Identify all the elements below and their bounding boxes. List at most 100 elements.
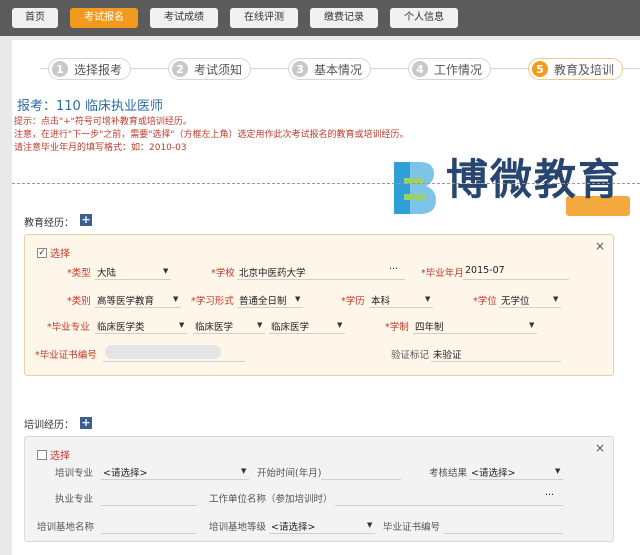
- tip-line: 提示：点击"+"符号可增补教育或培训经历。: [14, 117, 192, 127]
- field-underline: [101, 479, 249, 480]
- nav-online-test[interactable]: 在线评测: [230, 8, 298, 28]
- study-form-label: *学习形式: [191, 296, 234, 307]
- type-select[interactable]: 大陆: [97, 265, 116, 279]
- certificate-number-label: *毕业证书编号: [35, 350, 97, 361]
- step-1[interactable]: 1 选择报考: [48, 58, 132, 80]
- verify-value: 未验证: [433, 350, 462, 361]
- nav-home[interactable]: 首页: [12, 8, 58, 28]
- education-level-label: *学历: [341, 296, 365, 307]
- step-number: 4: [412, 61, 428, 77]
- field-underline: [469, 479, 563, 480]
- select-label: 选择: [50, 451, 70, 462]
- chevron-down-icon: ▼: [179, 321, 185, 329]
- add-training-plus-icon[interactable]: +: [80, 417, 92, 429]
- nav-exam-registration[interactable]: 考试报名: [70, 8, 138, 28]
- grad-date-input[interactable]: 2015-07: [465, 265, 505, 276]
- close-icon[interactable]: ×: [595, 441, 605, 455]
- divider: [12, 183, 640, 184]
- field-underline: [499, 307, 561, 308]
- field-underline: [237, 279, 405, 280]
- step-label: 工作情况: [434, 62, 483, 77]
- step-label: 考试须知: [194, 62, 243, 77]
- major-label: *毕业专业: [47, 322, 90, 333]
- chevron-down-icon: ▼: [425, 295, 431, 303]
- training-cert-input[interactable]: [443, 533, 563, 534]
- major-select-2[interactable]: 临床医学: [195, 319, 233, 333]
- category-select[interactable]: 高等医学教育: [97, 293, 154, 307]
- exam-title: 报考：110 临床执业医师: [17, 99, 163, 114]
- tip-line: 请注意毕业年月的填写格式：如：2010-03: [14, 143, 187, 153]
- training-box: × 选择 培训专业 <请选择> ▼ 开始时间(年月) 考核结果 <请选择> ▼ …: [24, 436, 614, 542]
- chevron-down-icon: ▼: [173, 295, 179, 303]
- more-icon[interactable]: ···: [545, 490, 554, 501]
- select-label: 选择: [50, 249, 70, 260]
- certificate-number-input[interactable]: [105, 345, 221, 359]
- degree-label: *学位: [473, 296, 497, 307]
- start-date-input[interactable]: [321, 479, 401, 480]
- study-form-select[interactable]: 普通全日制: [239, 293, 287, 307]
- program-length-label: *学制: [385, 322, 409, 333]
- work-unit-input[interactable]: [335, 505, 563, 506]
- training-major-label: 培训专业: [55, 468, 94, 479]
- base-level-select[interactable]: <请选择>: [271, 519, 315, 533]
- step-5-active[interactable]: 5 教育及培训: [528, 58, 624, 80]
- step-number: 5: [532, 61, 548, 77]
- field-underline: [95, 307, 181, 308]
- step-2[interactable]: 2 考试须知: [168, 58, 252, 80]
- training-major-select[interactable]: <请选择>: [103, 465, 147, 479]
- grad-date-label: *毕业年月: [421, 268, 464, 279]
- chevron-down-icon: ▼: [367, 521, 373, 529]
- category-label: *类别: [67, 296, 91, 307]
- tip-line: 注意，在进行"下一步"之前，需要"选择"（方框左上角）选定用作此次考试报名的教育…: [14, 130, 409, 140]
- field-underline: [369, 307, 433, 308]
- major-select-3[interactable]: 临床医学: [271, 319, 309, 333]
- step-number: 1: [52, 61, 68, 77]
- step-4[interactable]: 4 工作情况: [408, 58, 492, 80]
- chevron-down-icon: ▼: [529, 321, 535, 329]
- training-select-checkbox[interactable]: 选择: [37, 447, 70, 462]
- type-label: *类型: [67, 268, 91, 279]
- add-education-plus-icon[interactable]: +: [80, 214, 92, 226]
- close-icon[interactable]: ×: [595, 239, 605, 253]
- checkbox-checked-icon: ✓: [37, 247, 47, 258]
- base-name-label: 培训基地名称: [37, 522, 95, 533]
- practice-major-label: 执业专业: [55, 494, 94, 505]
- field-underline: [413, 333, 537, 334]
- nav-personal-info[interactable]: 个人信息: [390, 8, 458, 28]
- training-heading: 培训经历：: [24, 420, 74, 431]
- field-underline: [95, 279, 171, 280]
- school-input[interactable]: 北京中医药大学: [239, 265, 306, 279]
- major-select-1[interactable]: 临床医学类: [97, 319, 145, 333]
- training-cert-label: 毕业证书编号: [383, 522, 441, 533]
- work-unit-label: 工作单位名称（参加培训时）: [209, 494, 333, 505]
- field-underline: [431, 361, 561, 362]
- school-label: *学校: [211, 268, 235, 279]
- education-level-select[interactable]: 本科: [371, 293, 390, 307]
- degree-select[interactable]: 无学位: [501, 293, 530, 307]
- nav-payment-records[interactable]: 缴费记录: [310, 8, 378, 28]
- step-3[interactable]: 3 基本情况: [288, 58, 372, 80]
- step-label: 基本情况: [314, 62, 363, 77]
- watermark: 博微教育: [390, 136, 640, 236]
- field-underline: [103, 361, 245, 362]
- education-select-checkbox[interactable]: ✓ 选择: [37, 245, 70, 260]
- verify-label: 验证标记: [391, 350, 430, 361]
- start-date-label: 开始时间(年月): [257, 468, 322, 479]
- result-select[interactable]: <请选择>: [471, 465, 515, 479]
- practice-major-input[interactable]: [101, 505, 197, 506]
- more-icon[interactable]: ···: [389, 264, 398, 275]
- chevron-down-icon: ▼: [241, 467, 247, 475]
- field-underline: [463, 279, 569, 280]
- chevron-down-icon: ▼: [295, 295, 301, 303]
- field-underline: [193, 333, 265, 334]
- education-box: × ✓ 选择 *类型 大陆 ▼ *学校 北京中医药大学 ··· *毕业年月 20…: [24, 234, 614, 376]
- main-panel: 1 选择报考 2 考试须知 3 基本情况 4 工作情况 5 教育及培训 报考：1…: [12, 40, 640, 555]
- nav-exam-scores[interactable]: 考试成绩: [150, 8, 218, 28]
- step-label: 选择报考: [74, 62, 123, 77]
- program-length-select[interactable]: 四年制: [415, 319, 444, 333]
- chevron-down-icon: ▼: [555, 467, 561, 475]
- checkbox-unchecked-icon: [37, 449, 47, 460]
- education-heading: 教育经历：: [24, 218, 74, 229]
- step-label: 教育及培训: [554, 62, 615, 77]
- base-name-input[interactable]: [101, 533, 197, 534]
